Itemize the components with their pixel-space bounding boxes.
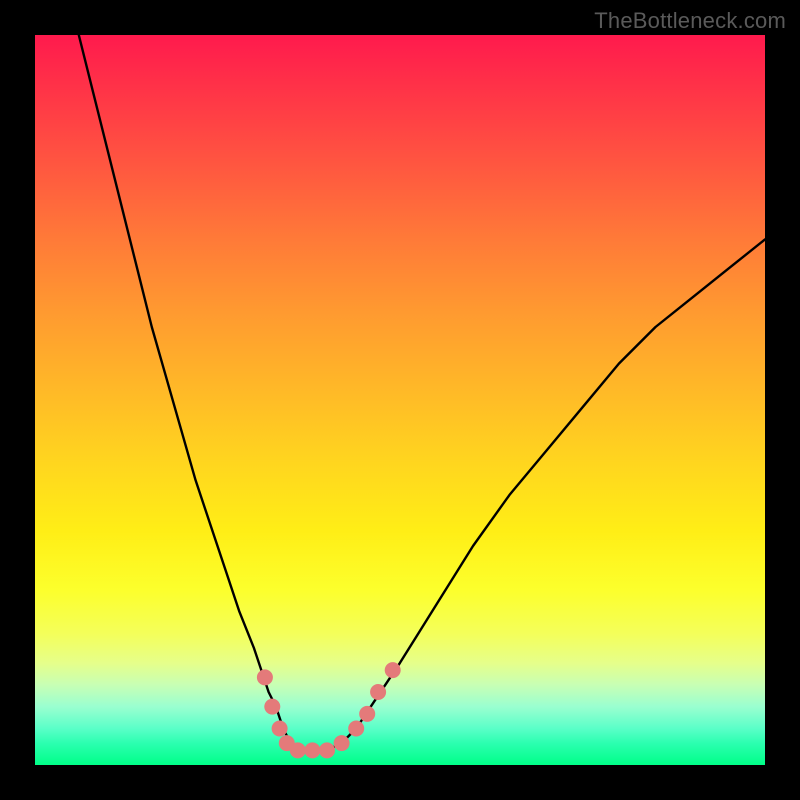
watermark-text: TheBottleneck.com: [594, 8, 786, 34]
data-marker: [304, 742, 320, 758]
data-marker: [348, 721, 364, 737]
plot-area: [35, 35, 765, 765]
data-marker: [264, 699, 280, 715]
chart-frame: TheBottleneck.com: [0, 0, 800, 800]
data-marker: [359, 706, 375, 722]
data-marker: [272, 721, 288, 737]
data-marker: [385, 662, 401, 678]
chart-svg: [35, 35, 765, 765]
data-marker: [334, 735, 350, 751]
data-marker: [290, 742, 306, 758]
bottleneck-curve: [79, 35, 765, 750]
marker-group: [257, 662, 401, 758]
data-marker: [319, 742, 335, 758]
data-marker: [370, 684, 386, 700]
data-marker: [257, 669, 273, 685]
